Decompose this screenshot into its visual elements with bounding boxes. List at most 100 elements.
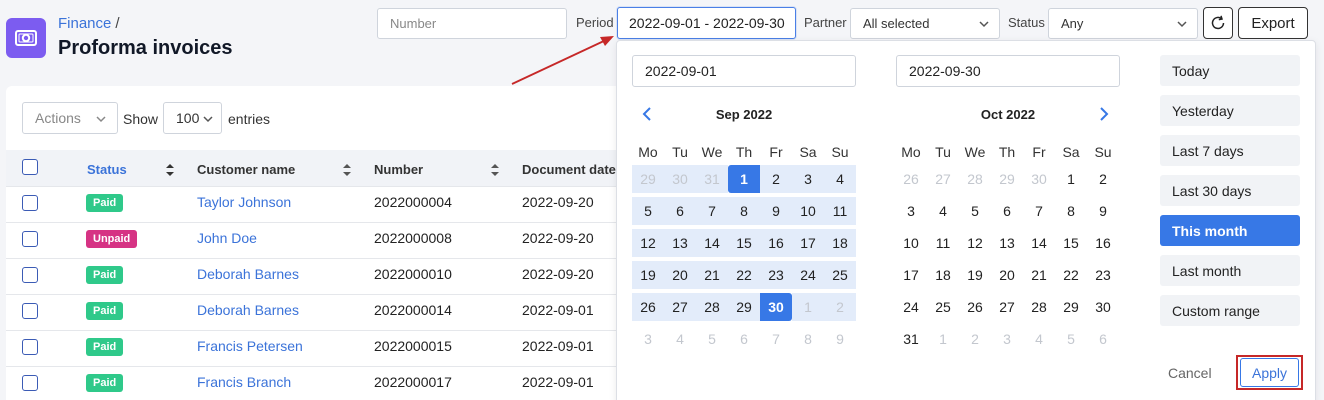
calendar-day[interactable]: 8: [792, 325, 824, 353]
calendar-day[interactable]: 22: [728, 261, 760, 289]
calendar-day[interactable]: 23: [1087, 261, 1119, 289]
calendar-day[interactable]: 9: [760, 197, 792, 225]
calendar-day[interactable]: 18: [824, 229, 856, 257]
range-option-custom-range[interactable]: Custom range: [1160, 295, 1300, 326]
calendar-day[interactable]: 8: [728, 197, 760, 225]
start-date-input[interactable]: 2022-09-01: [632, 55, 856, 87]
calendar-day[interactable]: 5: [959, 197, 991, 225]
calendar-day[interactable]: 7: [696, 197, 728, 225]
calendar-day[interactable]: 7: [1023, 197, 1055, 225]
calendar-day[interactable]: 5: [696, 325, 728, 353]
calendar-day[interactable]: 24: [792, 261, 824, 289]
calendar-day[interactable]: 5: [1055, 325, 1087, 353]
calendar-day[interactable]: 6: [664, 197, 696, 225]
calendar-day[interactable]: 16: [760, 229, 792, 257]
calendar-day[interactable]: 13: [664, 229, 696, 257]
range-option-last-month[interactable]: Last month: [1160, 255, 1300, 286]
calendar-day[interactable]: 5: [632, 197, 664, 225]
calendar-day[interactable]: 9: [1087, 197, 1119, 225]
calendar-day[interactable]: 8: [1055, 197, 1087, 225]
weekday-label: Su: [831, 144, 849, 160]
calendar-day[interactable]: 10: [895, 229, 927, 257]
range-option-today[interactable]: Today: [1160, 55, 1300, 86]
calendar-day[interactable]: 11: [927, 229, 959, 257]
calendar-day[interactable]: 4: [1023, 325, 1055, 353]
cancel-button[interactable]: Cancel: [1168, 365, 1212, 381]
calendar-day[interactable]: 4: [824, 165, 856, 193]
calendar-day[interactable]: 15: [1055, 229, 1087, 257]
calendar-day[interactable]: 12: [959, 229, 991, 257]
range-option-last-7-days[interactable]: Last 7 days: [1160, 135, 1300, 166]
calendar-day[interactable]: 23: [760, 261, 792, 289]
calendar-day[interactable]: 6: [991, 197, 1023, 225]
calendar-day[interactable]: 25: [927, 293, 959, 321]
calendar-day[interactable]: 12: [632, 229, 664, 257]
calendar-day[interactable]: 6: [728, 325, 760, 353]
calendar-day[interactable]: 14: [696, 229, 728, 257]
range-option-last-30-days[interactable]: Last 30 days: [1160, 175, 1300, 206]
calendar-day[interactable]: 3: [991, 325, 1023, 353]
calendar-day[interactable]: 15: [728, 229, 760, 257]
calendar-day[interactable]: 14: [1023, 229, 1055, 257]
calendar-day[interactable]: 17: [895, 261, 927, 289]
calendar-day[interactable]: 1: [728, 165, 760, 193]
calendar-day[interactable]: 26: [895, 165, 927, 193]
next-month-icon[interactable]: [1098, 106, 1110, 122]
calendar-day[interactable]: 1: [927, 325, 959, 353]
left-month-title: Sep 2022: [715, 107, 773, 122]
calendar-day[interactable]: 17: [792, 229, 824, 257]
calendar-day[interactable]: 20: [664, 261, 696, 289]
calendar-day[interactable]: 30: [1023, 165, 1055, 193]
calendar-day[interactable]: 2: [760, 165, 792, 193]
calendar-day[interactable]: 10: [792, 197, 824, 225]
calendar-day[interactable]: 2: [959, 325, 991, 353]
calendar-day[interactable]: 28: [1023, 293, 1055, 321]
range-option-this-month[interactable]: This month: [1160, 215, 1300, 246]
calendar-day[interactable]: 3: [632, 325, 664, 353]
calendar-day[interactable]: 31: [895, 325, 927, 353]
calendar-day[interactable]: 29: [632, 165, 664, 193]
calendar-day[interactable]: 7: [760, 325, 792, 353]
calendar-day[interactable]: 4: [664, 325, 696, 353]
calendar-day[interactable]: 19: [632, 261, 664, 289]
calendar-day[interactable]: 6: [1087, 325, 1119, 353]
weekday-label: Sa: [1062, 144, 1080, 160]
calendar-day[interactable]: 26: [959, 293, 991, 321]
calendar-day[interactable]: 25: [824, 261, 856, 289]
calendar-day[interactable]: 31: [696, 165, 728, 193]
range-option-yesterday[interactable]: Yesterday: [1160, 95, 1300, 126]
calendar-day[interactable]: 16: [1087, 229, 1119, 257]
end-date-input[interactable]: 2022-09-30: [896, 55, 1120, 87]
calendar-day[interactable]: 1: [792, 293, 824, 321]
calendar-day[interactable]: 29: [991, 165, 1023, 193]
calendar-day[interactable]: 13: [991, 229, 1023, 257]
calendar-day[interactable]: 24: [895, 293, 927, 321]
calendar-day[interactable]: 28: [959, 165, 991, 193]
calendar-day[interactable]: 2: [824, 293, 856, 321]
calendar-day[interactable]: 28: [696, 293, 728, 321]
calendar-day[interactable]: 4: [927, 197, 959, 225]
calendar-day[interactable]: 30: [664, 165, 696, 193]
calendar-day[interactable]: 29: [1055, 293, 1087, 321]
calendar-day[interactable]: 30: [760, 293, 792, 321]
calendar-day[interactable]: 11: [824, 197, 856, 225]
calendar-day[interactable]: 27: [991, 293, 1023, 321]
apply-button[interactable]: Apply: [1240, 358, 1299, 387]
calendar-day[interactable]: 21: [696, 261, 728, 289]
previous-month-icon[interactable]: [641, 106, 653, 122]
calendar-day[interactable]: 21: [1023, 261, 1055, 289]
calendar-day[interactable]: 27: [664, 293, 696, 321]
calendar-day[interactable]: 3: [895, 197, 927, 225]
calendar-day[interactable]: 29: [728, 293, 760, 321]
calendar-day[interactable]: 3: [792, 165, 824, 193]
calendar-day[interactable]: 19: [959, 261, 991, 289]
calendar-day[interactable]: 26: [632, 293, 664, 321]
calendar-day[interactable]: 2: [1087, 165, 1119, 193]
calendar-day[interactable]: 30: [1087, 293, 1119, 321]
calendar-day[interactable]: 20: [991, 261, 1023, 289]
calendar-day[interactable]: 18: [927, 261, 959, 289]
calendar-day[interactable]: 1: [1055, 165, 1087, 193]
calendar-day[interactable]: 27: [927, 165, 959, 193]
calendar-day[interactable]: 9: [824, 325, 856, 353]
calendar-day[interactable]: 22: [1055, 261, 1087, 289]
